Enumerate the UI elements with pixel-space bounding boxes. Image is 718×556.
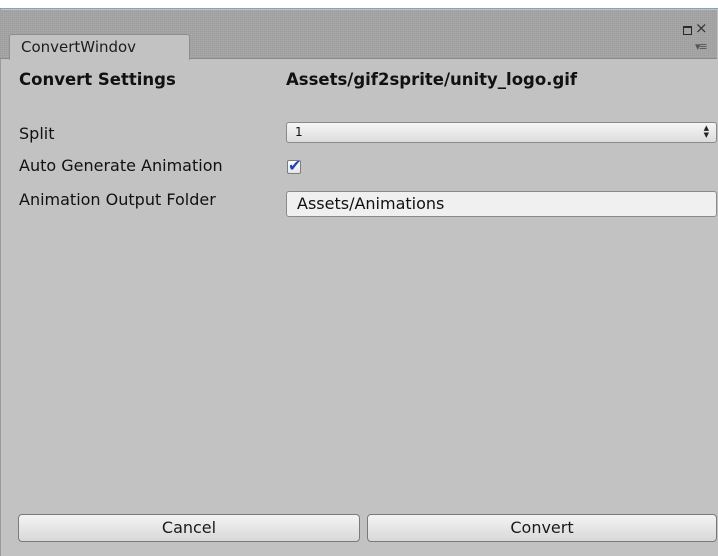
tab-convert-window[interactable]: ConvertWindov xyxy=(9,34,190,60)
output-folder-label: Animation Output Folder xyxy=(19,190,216,209)
split-value: 1 xyxy=(295,125,303,139)
output-folder-field[interactable]: Assets/Animations xyxy=(286,191,717,217)
auto-generate-label: Auto Generate Animation xyxy=(19,156,223,175)
menu-icon[interactable]: ▾≡ xyxy=(695,41,708,52)
tab-bar: ConvertWindov × ▾≡ xyxy=(0,10,717,62)
checkmark-icon: ✔ xyxy=(288,156,302,175)
convert-window xyxy=(0,9,718,556)
convert-button[interactable]: Convert xyxy=(367,514,717,542)
auto-generate-checkbox[interactable]: ✔ xyxy=(287,156,301,175)
split-label: Split xyxy=(19,124,55,143)
window-controls: × ▾≡ xyxy=(679,20,713,62)
popup-arrow-icon: ▲ ▼ xyxy=(703,124,709,139)
split-popup[interactable]: 1 ▲ ▼ xyxy=(286,122,717,143)
settings-heading: Convert Settings xyxy=(19,70,176,89)
maximize-icon[interactable] xyxy=(683,26,692,35)
close-icon[interactable]: × xyxy=(695,20,708,36)
cancel-button[interactable]: Cancel xyxy=(18,514,360,542)
asset-path: Assets/gif2sprite/unity_logo.gif xyxy=(286,70,578,89)
top-strip xyxy=(0,0,718,9)
